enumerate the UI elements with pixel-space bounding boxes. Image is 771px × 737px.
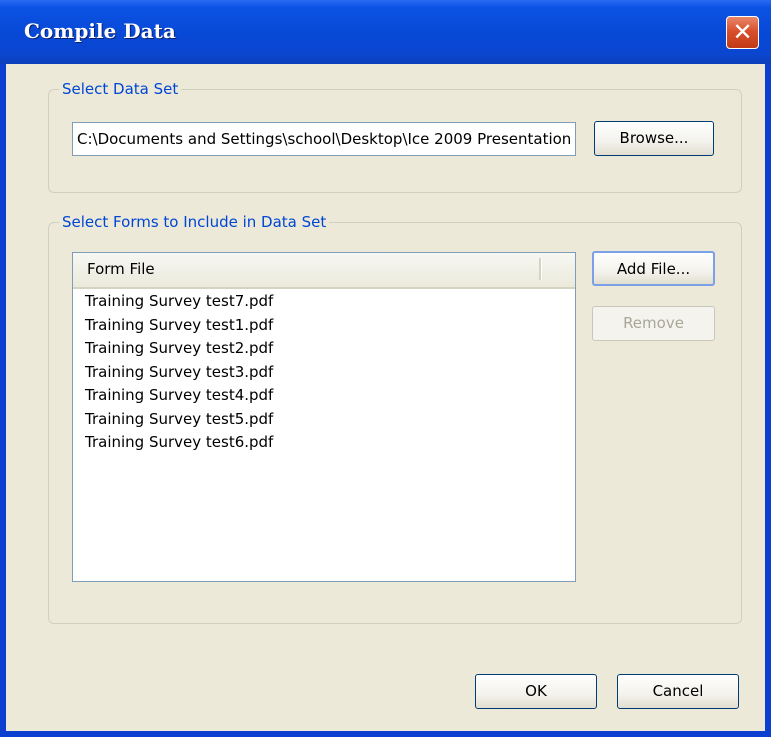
cancel-button[interactable]: Cancel (617, 674, 739, 709)
browse-button[interactable]: Browse... (594, 121, 714, 156)
title-bar[interactable]: Compile Data ✕ (0, 0, 771, 64)
select-forms-legend: Select Forms to Include in Data Set (59, 212, 330, 232)
list-header: Form File (73, 253, 575, 289)
list-item[interactable]: Training Survey test7.pdf (85, 290, 273, 314)
list-item[interactable]: Training Survey test3.pdf (85, 361, 273, 385)
close-button[interactable]: ✕ (726, 16, 759, 49)
list-item[interactable]: Training Survey test5.pdf (85, 408, 273, 432)
list-item[interactable]: Training Survey test2.pdf (85, 337, 273, 361)
data-set-path-input[interactable] (72, 122, 576, 156)
compile-data-dialog: Compile Data ✕ Select Data Set Browse...… (0, 0, 771, 737)
remove-button[interactable]: Remove (592, 306, 715, 341)
column-header-form-file[interactable]: Form File (87, 260, 155, 278)
column-divider[interactable] (539, 258, 542, 280)
form-file-items: Training Survey test7.pdf Training Surve… (85, 290, 273, 455)
form-file-list[interactable]: Form File Training Survey test7.pdf Trai… (72, 252, 576, 582)
dialog-client-area: Select Data Set Browse... Select Forms t… (6, 64, 765, 731)
list-item[interactable]: Training Survey test4.pdf (85, 384, 273, 408)
select-data-set-legend: Select Data Set (59, 79, 182, 99)
list-item[interactable]: Training Survey test1.pdf (85, 314, 273, 338)
window-title: Compile Data (24, 19, 176, 43)
close-icon: ✕ (732, 17, 753, 46)
list-item[interactable]: Training Survey test6.pdf (85, 431, 273, 455)
ok-button[interactable]: OK (475, 674, 597, 709)
add-file-button[interactable]: Add File... (592, 251, 715, 286)
